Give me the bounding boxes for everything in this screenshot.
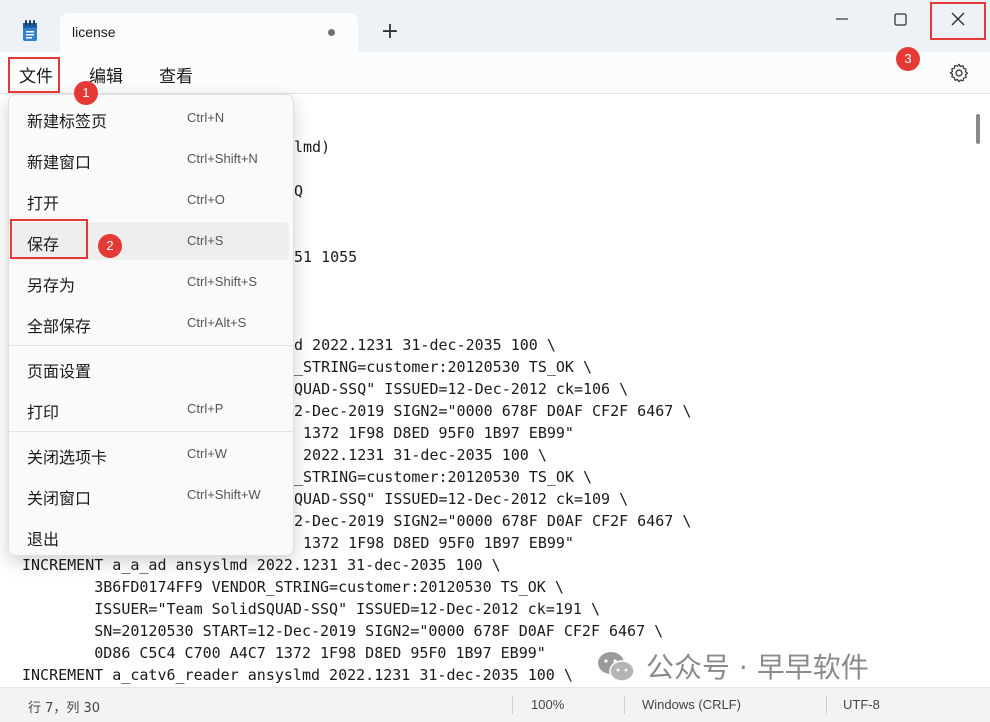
code-line: 0D86 C5C4 C700 A4C7 1372 1F98 D8ED 95F0 … <box>22 644 546 662</box>
code-line: INCREMENT a_catv6_reader ansyslmd 2022.1… <box>22 666 573 684</box>
menu-item-shortcut: Ctrl+W <box>187 446 228 461</box>
watermark-text: 公众号 · 早早软件 <box>646 651 869 684</box>
menu-item-open[interactable]: 打开 Ctrl+O <box>13 181 289 219</box>
tab-label: license <box>72 24 116 40</box>
menu-item-new-tab[interactable]: 新建标签页 Ctrl+N <box>13 99 289 137</box>
menu-item-shortcut: Ctrl+P <box>187 401 224 416</box>
menu-item-label: 新建标签页 <box>27 112 108 131</box>
highlight-box-close <box>930 2 986 40</box>
status-divider <box>826 696 827 714</box>
code-line: _STRING=customer:20120530 TS_OK \ <box>294 468 593 486</box>
code-line: Q <box>294 182 304 200</box>
status-divider <box>512 696 513 714</box>
menu-item-save-all[interactable]: 全部保存 Ctrl+Alt+S <box>13 304 289 342</box>
menu-separator <box>9 345 293 346</box>
code-line: lmd) <box>294 138 331 156</box>
code-line: 1372 1F98 D8ED 95F0 1B97 EB99" <box>294 424 574 442</box>
code-line: QUAD-SSQ" ISSUED=12-Dec-2012 ck=109 \ <box>294 490 629 508</box>
step-badge-3: 3 <box>896 47 920 71</box>
code-line: 3B6FD0174FF9 VENDOR_STRING=customer:2012… <box>22 578 564 596</box>
menu-separator <box>9 431 293 432</box>
code-line: 2-Dec-2019 SIGN2="0000 678F D0AF CF2F 64… <box>294 402 692 420</box>
notepad-icon <box>23 20 37 41</box>
line-ending[interactable]: Windows (CRLF) <box>642 697 741 712</box>
menu-item-shortcut: Ctrl+Shift+N <box>187 151 258 166</box>
menu-item-label: 打开 <box>27 194 60 213</box>
menu-item-exit[interactable]: 退出 <box>13 517 289 555</box>
file-menu-dropdown: 新建标签页 Ctrl+N 新建窗口 Ctrl+Shift+N 打开 Ctrl+O… <box>8 94 294 556</box>
menu-item-label: 关闭选项卡 <box>27 448 108 467</box>
menu-item-label: 全部保存 <box>27 317 92 336</box>
highlight-box-save <box>10 219 88 259</box>
minimize-button[interactable] <box>818 0 866 40</box>
status-divider <box>624 696 625 714</box>
new-tab-button[interactable]: + <box>378 20 402 44</box>
title-bar: license + <box>0 0 990 52</box>
highlight-box-file-menu <box>8 57 60 93</box>
menu-item-shortcut: Ctrl+N <box>187 110 225 125</box>
menu-item-shortcut: Ctrl+O <box>187 192 225 207</box>
code-line: 2-Dec-2019 SIGN2="0000 678F D0AF CF2F 64… <box>294 512 692 530</box>
menu-item-label: 新建窗口 <box>27 153 92 172</box>
menu-item-shortcut: Ctrl+Alt+S <box>187 315 247 330</box>
step-badge-1: 1 <box>74 81 98 105</box>
code-line: _STRING=customer:20120530 TS_OK \ <box>294 358 593 376</box>
menu-item-new-window[interactable]: 新建窗口 Ctrl+Shift+N <box>13 140 289 178</box>
menu-item-label: 页面设置 <box>27 362 92 381</box>
code-line: 51 1055 <box>294 248 358 266</box>
menu-item-shortcut: Ctrl+Shift+S <box>187 274 258 289</box>
unsaved-dot-icon[interactable] <box>328 29 335 36</box>
code-line: ISSUER="Team SolidSQUAD-SSQ" ISSUED=12-D… <box>22 600 600 618</box>
code-line: SN=20120530 START=12-Dec-2019 SIGN2="000… <box>22 622 664 640</box>
vertical-scrollbar-thumb[interactable] <box>976 114 980 144</box>
zoom-level[interactable]: 100% <box>531 697 564 712</box>
maximize-button[interactable] <box>876 0 924 40</box>
menu-item-shortcut: Ctrl+S <box>187 233 224 248</box>
step-badge-2: 2 <box>98 234 122 258</box>
tab-license[interactable]: license <box>60 13 358 52</box>
cursor-position: 行 7，列 30 <box>28 701 101 716</box>
wechat-logo-icon <box>598 652 635 682</box>
status-bar: 行 7，列 30 100% Windows (CRLF) UTF-8 <box>0 687 990 722</box>
menu-item-save-as[interactable]: 另存为 Ctrl+Shift+S <box>13 263 289 301</box>
maximize-icon <box>894 13 907 26</box>
menu-item-label: 打印 <box>27 403 60 422</box>
menu-item-close-window[interactable]: 关闭窗口 Ctrl+Shift+W <box>13 476 289 514</box>
menu-item-label: 关闭窗口 <box>27 489 92 508</box>
menu-item-print[interactable]: 打印 Ctrl+P <box>13 390 289 428</box>
code-line: d 2022.1231 31-dec-2035 100 \ <box>294 336 556 354</box>
code-line: 1372 1F98 D8ED 95F0 1B97 EB99" <box>294 534 574 552</box>
code-line: INCREMENT a_a_ad ansyslmd 2022.1231 31-d… <box>22 556 501 574</box>
menu-item-close-tab[interactable]: 关闭选项卡 Ctrl+W <box>13 435 289 473</box>
menu-item-page-setup[interactable]: 页面设置 <box>13 349 289 387</box>
menu-item-label: 退出 <box>27 530 60 549</box>
settings-gear-icon[interactable] <box>948 62 970 84</box>
menu-item-label: 另存为 <box>27 276 76 295</box>
minimize-icon <box>836 18 848 20</box>
code-line: 2022.1231 31-dec-2035 100 \ <box>294 446 547 464</box>
encoding[interactable]: UTF-8 <box>843 697 880 712</box>
menu-view[interactable]: 查看 <box>159 62 193 87</box>
menu-bar: 文件 编辑 查看 <box>0 52 990 94</box>
code-line: QUAD-SSQ" ISSUED=12-Dec-2012 ck=106 \ <box>294 380 629 398</box>
menu-item-shortcut: Ctrl+Shift+W <box>187 487 261 502</box>
